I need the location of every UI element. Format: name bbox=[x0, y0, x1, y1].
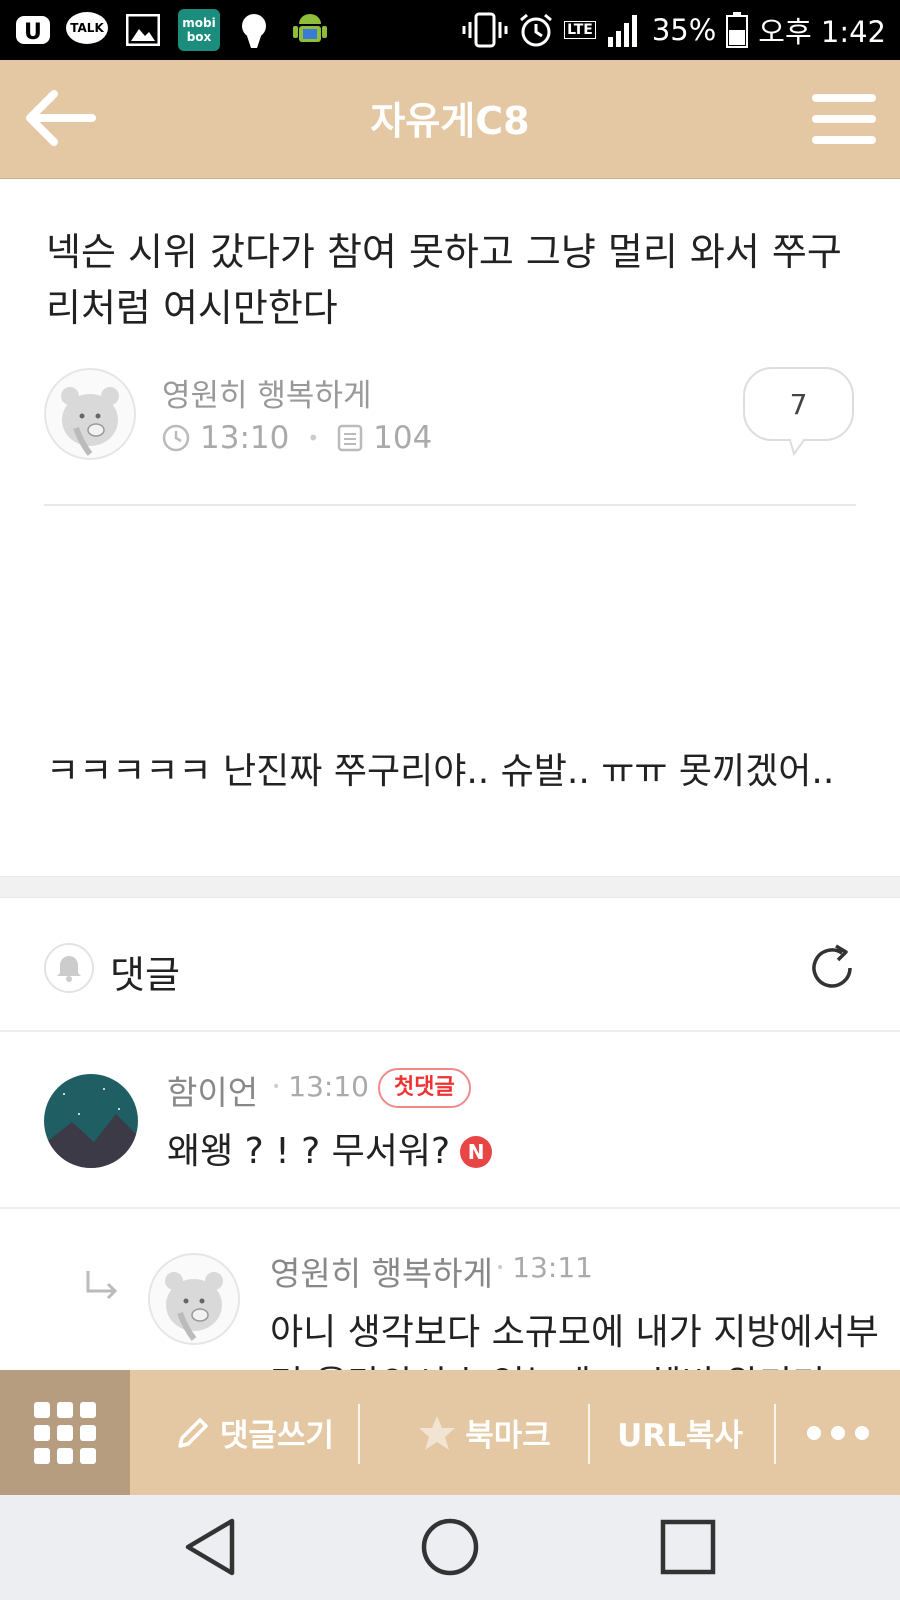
time-dot: • bbox=[272, 1079, 281, 1095]
nav-back-icon[interactable] bbox=[180, 1515, 240, 1579]
copy-url-label: URL복사 bbox=[617, 1418, 743, 1454]
write-comment-label: 댓글쓰기 bbox=[219, 1418, 335, 1454]
bookmark-label: 북마크 bbox=[465, 1418, 551, 1454]
clock: 오후 1:42 bbox=[758, 15, 886, 49]
copy-url-button[interactable]: URL복사 bbox=[590, 1370, 770, 1495]
reply-arrow-icon bbox=[84, 1269, 120, 1303]
post-title: 넥슨 시위 갔다가 참여 못하고 그냥 멀리 와서 쭈구리처럼 여시만한다 bbox=[46, 230, 842, 330]
write-comment-button[interactable]: 댓글쓰기 bbox=[150, 1370, 358, 1495]
nav-recents-icon[interactable] bbox=[660, 1519, 716, 1575]
comment-text: 왜왱 ? ! ? 무서워? N bbox=[167, 1122, 493, 1174]
reply-time: • 13:11 bbox=[496, 1251, 593, 1284]
comment-time: • 13:10 bbox=[272, 1070, 369, 1103]
avatar-head-icon bbox=[236, 12, 272, 48]
post-body: ㅋㅋㅋㅋㅋ 난진짜 쭈구리야.. 슈발.. ㅠㅠ 못끼겠어.. bbox=[46, 751, 835, 792]
toolbar-separator bbox=[358, 1404, 360, 1464]
reply-text-line-1: 아니 생각보다 소규모에 내가 지방에서부 bbox=[270, 1312, 879, 1353]
comment-count: 7 bbox=[789, 388, 808, 421]
nav-home-icon[interactable] bbox=[420, 1517, 480, 1577]
meta-dot: • bbox=[307, 426, 320, 450]
comment-count-bubble[interactable]: 7 bbox=[742, 366, 855, 457]
post-divider bbox=[44, 504, 856, 506]
svg-text:U: U bbox=[24, 20, 42, 45]
grid-menu-button[interactable] bbox=[0, 1370, 130, 1495]
grid-icon bbox=[34, 1402, 96, 1464]
post-meta: 13:10 • 104 bbox=[162, 420, 432, 456]
more-dots-icon bbox=[807, 1425, 869, 1440]
reply-text-line-2: 터 올라와서 늦었는데 ... 헤비 왕기기 bbox=[270, 1355, 825, 1370]
status-right: LTE 35% 오후 1:42 bbox=[462, 10, 886, 50]
page-title: 자유게C8 bbox=[370, 99, 530, 143]
reply-author[interactable]: 영원히 행복하게 bbox=[270, 1247, 493, 1295]
u-plus-icon: U bbox=[14, 12, 54, 48]
comment-text-value: 왜왱 ? ! ? 무서워? bbox=[167, 1131, 451, 1172]
clock-icon bbox=[162, 424, 190, 452]
bottom-toolbar: 댓글쓰기 북마크 URL복사 bbox=[0, 1370, 900, 1495]
more-options-button[interactable] bbox=[776, 1370, 900, 1495]
android-nav-bar bbox=[0, 1495, 900, 1600]
post-views: 104 bbox=[373, 420, 433, 456]
first-comment-badge: 첫댓글 bbox=[378, 1068, 471, 1108]
post-time: 13:10 bbox=[200, 420, 290, 456]
kakaotalk-icon: TALK bbox=[66, 12, 108, 44]
network-type: LTE bbox=[564, 21, 596, 39]
comments-header: 댓글 bbox=[0, 898, 900, 1032]
reply-time-value: 13:11 bbox=[512, 1251, 593, 1284]
author-avatar[interactable] bbox=[44, 368, 136, 460]
reply-comment-item: 영원히 행복하게 • 13:11 아니 생각보다 소규모에 내가 지방에서부 터 … bbox=[0, 1209, 900, 1370]
section-gap bbox=[0, 876, 900, 898]
comment-author[interactable]: 함이언 bbox=[167, 1066, 258, 1114]
vibrate-icon bbox=[462, 12, 508, 48]
new-badge: N bbox=[460, 1136, 493, 1168]
comment-item: 함이언 • 13:10 첫댓글 왜왱 ? ! ? 무서워? N bbox=[0, 1034, 900, 1207]
pencil-icon bbox=[178, 1417, 208, 1448]
battery-percent: 35% bbox=[651, 13, 717, 47]
refresh-icon[interactable] bbox=[806, 942, 858, 994]
status-bar: U TALK mobi box LTE 35% 오후 1:42 bbox=[0, 0, 900, 60]
hamburger-menu-icon[interactable] bbox=[812, 92, 876, 146]
bell-icon[interactable] bbox=[44, 943, 94, 993]
view-count-icon bbox=[337, 424, 363, 452]
reply-author-avatar[interactable] bbox=[148, 1253, 240, 1345]
post-author[interactable]: 영원히 행복하게 bbox=[162, 370, 372, 415]
commenter-avatar[interactable] bbox=[44, 1074, 138, 1168]
comments-label: 댓글 bbox=[110, 953, 180, 997]
android-icon bbox=[290, 12, 330, 48]
bookmark-button[interactable]: 북마크 bbox=[380, 1370, 588, 1495]
gallery-icon bbox=[126, 12, 160, 48]
signal-icon bbox=[607, 15, 637, 47]
comment-time-value: 13:10 bbox=[288, 1070, 369, 1103]
star-icon bbox=[419, 1415, 456, 1450]
app-header: 자유게C8 bbox=[0, 60, 900, 179]
mobibox-icon: mobi box bbox=[178, 9, 220, 51]
battery-icon bbox=[726, 12, 749, 48]
alarm-icon bbox=[520, 13, 553, 47]
time-dot: • bbox=[496, 1260, 505, 1276]
